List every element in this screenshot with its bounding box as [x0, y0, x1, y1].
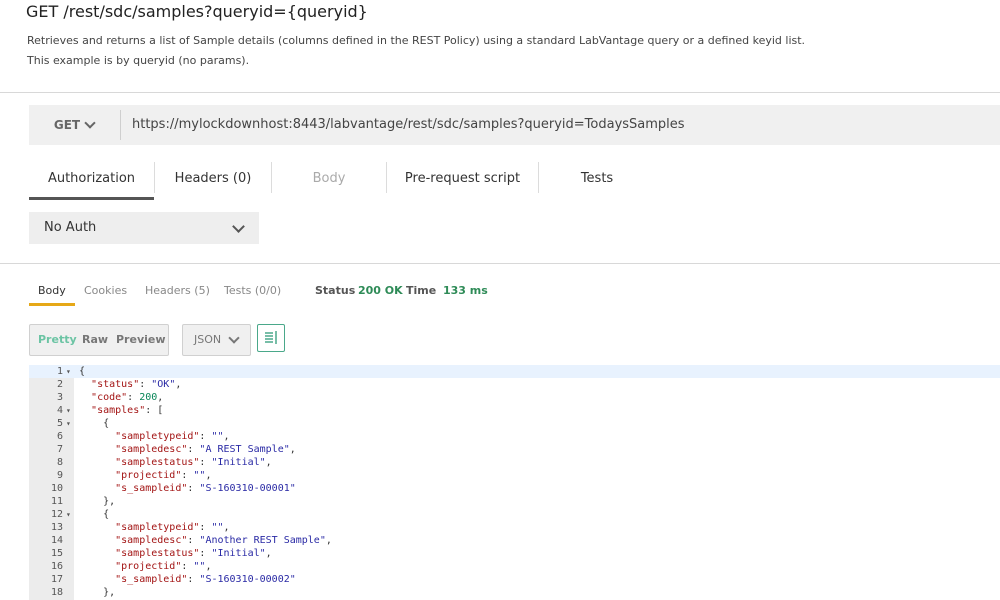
divider: [0, 263, 1000, 264]
code-text: {: [79, 366, 86, 377]
code-line: 15 "samplestatus": "Initial",: [29, 547, 1000, 560]
page-description: Retrieves and returns a list of Sample d…: [27, 31, 805, 71]
tab-tests[interactable]: Tests: [539, 160, 655, 197]
code-line: 17 "s_sampleid": "S-160310-00002": [29, 573, 1000, 586]
wrap-lines-button[interactable]: [257, 324, 285, 352]
code-text: "code": 200,: [91, 392, 164, 403]
line-number: 6: [56, 431, 63, 442]
code-text: "projectid": "",: [115, 561, 212, 572]
code-text: "sampledesc": "Another REST Sample",: [115, 535, 332, 546]
tab-authorization[interactable]: Authorization: [29, 160, 154, 200]
code-text: "samplestatus": "Initial",: [115, 457, 272, 468]
code-text: },: [103, 496, 116, 507]
method-label: GET: [53, 118, 81, 132]
tab-headers[interactable]: Headers (0): [155, 160, 271, 197]
code-line: 10 "s_sampleid": "S-160310-00001": [29, 482, 1000, 495]
code-line: 16 "projectid": "",: [29, 560, 1000, 573]
active-tab-indicator: [29, 303, 75, 306]
code-line: 9 "projectid": "",: [29, 469, 1000, 482]
status-label: Status: [315, 284, 356, 297]
code-text: "s_sampleid": "S-160310-00001": [115, 483, 296, 494]
line-number: 16: [50, 561, 63, 572]
code-text: "projectid": "",: [115, 470, 212, 481]
description-line-1: Retrieves and returns a list of Sample d…: [27, 34, 806, 47]
response-body-editor[interactable]: 1 ▾{2 "status": "OK", 3 "code": 200, 4 ▾ "sa…: [29, 365, 1000, 600]
response-tab-tests[interactable]: Tests (0/0): [224, 284, 281, 297]
description-line-2: This example is by queryid (no params).: [27, 54, 250, 67]
method-dropdown[interactable]: GET: [29, 105, 119, 145]
code-text: "sampletypeid": "",: [115, 431, 230, 442]
code-line: 6 "sampletypeid": "",: [29, 430, 1000, 443]
url-input[interactable]: https://mylockdownhost:8443/labvantage/r…: [132, 117, 685, 132]
line-number: 15: [50, 548, 63, 559]
code-line: 18 },: [29, 586, 1000, 599]
code-text: "s_sampleid": "S-160310-00002": [115, 574, 296, 585]
code-text: },: [103, 587, 116, 598]
tab-body[interactable]: Body: [272, 160, 386, 197]
tab-pre-request-script[interactable]: Pre-request script: [387, 160, 538, 197]
status-value: 200 OK: [358, 284, 403, 297]
fold-toggle-icon[interactable]: ▾: [66, 508, 71, 521]
line-number: 17: [50, 574, 63, 585]
line-number: 1: [56, 366, 63, 377]
line-number: 9: [56, 470, 63, 481]
line-number: 7: [56, 444, 63, 455]
response-tab-headers[interactable]: Headers (5): [145, 284, 210, 297]
code-line: 8 "samplestatus": "Initial",: [29, 456, 1000, 469]
code-text: "status": "OK",: [91, 379, 182, 390]
time-value: 133 ms: [443, 284, 488, 297]
wrap-lines-icon: [265, 331, 277, 344]
line-number: 12: [50, 509, 63, 520]
divider: [0, 92, 1000, 93]
chevron-down-icon: [84, 117, 96, 129]
line-number: 5: [56, 418, 63, 429]
line-number: 14: [50, 535, 63, 546]
code-line: 7 "sampledesc": "A REST Sample",: [29, 443, 1000, 456]
fold-toggle-icon[interactable]: ▾: [66, 365, 71, 378]
code-line: 12 ▾ {: [29, 508, 1000, 521]
preview-button[interactable]: Preview: [116, 333, 166, 346]
fold-toggle-icon[interactable]: ▾: [66, 417, 71, 430]
code-line: 3 "code": 200,: [29, 391, 1000, 404]
pretty-button[interactable]: Pretty: [38, 333, 77, 346]
code-text: "samples": [: [91, 405, 164, 416]
code-text: {: [103, 509, 110, 520]
raw-button[interactable]: Raw: [82, 333, 108, 346]
code-line: 1 ▾ {: [29, 365, 1000, 378]
line-number: 8: [56, 457, 63, 468]
response-tab-cookies[interactable]: Cookies: [84, 284, 127, 297]
code-line: 2 "status": "OK",: [29, 378, 1000, 391]
line-number: 18: [50, 587, 63, 598]
fold-toggle-icon[interactable]: ▾: [66, 404, 71, 417]
code-text: "samplestatus": "Initial",: [115, 548, 272, 559]
format-value: JSON: [194, 333, 222, 346]
code-line: 11 },: [29, 495, 1000, 508]
auth-type-value: No Auth: [44, 220, 97, 235]
code-text: {: [103, 418, 110, 429]
divider: [120, 110, 121, 140]
time-label: Time: [406, 284, 437, 297]
line-number: 2: [56, 379, 63, 390]
line-number: 4: [56, 405, 63, 416]
response-tab-body[interactable]: Body: [38, 284, 66, 297]
code-text: "sampletypeid": "",: [115, 522, 230, 533]
line-number: 11: [50, 496, 63, 507]
line-number: 10: [50, 483, 63, 494]
code-text: "sampledesc": "A REST Sample",: [115, 444, 296, 455]
line-number: 13: [50, 522, 63, 533]
line-number: 3: [56, 392, 63, 403]
code-line: 4 ▾ "samples": [: [29, 404, 1000, 417]
request-tabs: Authorization Headers (0) Body Pre-reque…: [29, 160, 669, 200]
code-line: 5 ▾ {: [29, 417, 1000, 430]
page-title: GET /rest/sdc/samples?queryid={queryid}: [26, 2, 368, 21]
code-line: 13 "sampletypeid": "",: [29, 521, 1000, 534]
code-line: 14 "sampledesc": "Another REST Sample",: [29, 534, 1000, 547]
